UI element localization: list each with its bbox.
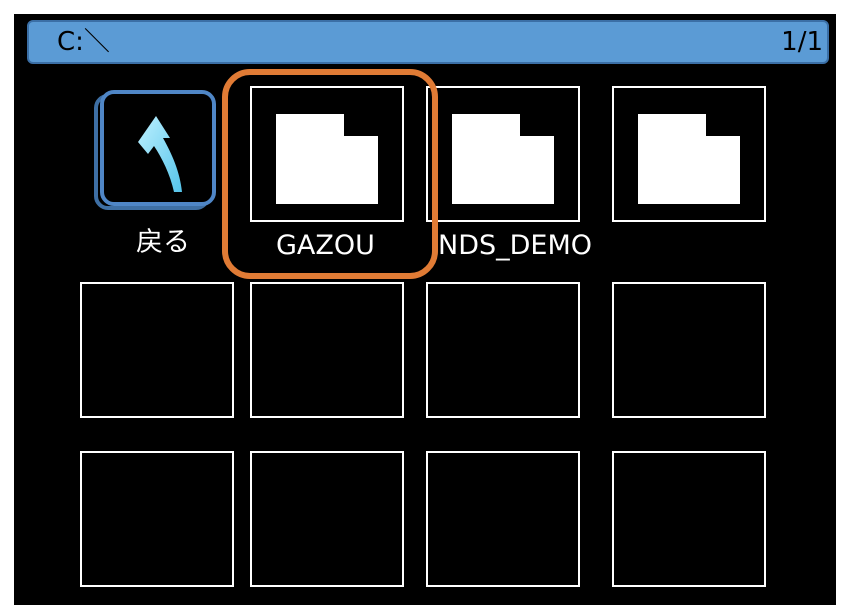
back-arrow-icon	[138, 116, 182, 192]
folder-icon	[452, 114, 554, 204]
empty-slot[interactable]	[80, 282, 234, 418]
folder-tile-unnamed[interactable]	[612, 86, 766, 222]
empty-slot[interactable]	[612, 451, 766, 587]
folder-tile-gazou[interactable]	[250, 86, 404, 222]
folder-tile-nds-demo[interactable]	[426, 86, 580, 222]
empty-slot[interactable]	[250, 451, 404, 587]
back-button-frame	[100, 90, 216, 206]
folder-icon	[638, 114, 740, 204]
folder-icon	[276, 114, 378, 204]
empty-slot[interactable]	[426, 282, 580, 418]
empty-slot[interactable]	[612, 282, 766, 418]
back-button[interactable]	[94, 90, 220, 216]
path-bar: C:＼ 1/1	[27, 20, 829, 64]
file-browser-screen: C:＼ 1/1 戻る GAZOU NDS_DEMO	[14, 14, 836, 605]
page-indicator: 1/1	[781, 27, 823, 57]
back-label: 戻る	[136, 227, 190, 258]
folder-label-gazou: GAZOU	[276, 230, 375, 261]
folder-label-nds-demo: NDS_DEMO	[438, 230, 593, 261]
empty-slot[interactable]	[426, 451, 580, 587]
current-path: C:＼	[57, 27, 110, 57]
empty-slot[interactable]	[80, 451, 234, 587]
empty-slot[interactable]	[250, 282, 404, 418]
